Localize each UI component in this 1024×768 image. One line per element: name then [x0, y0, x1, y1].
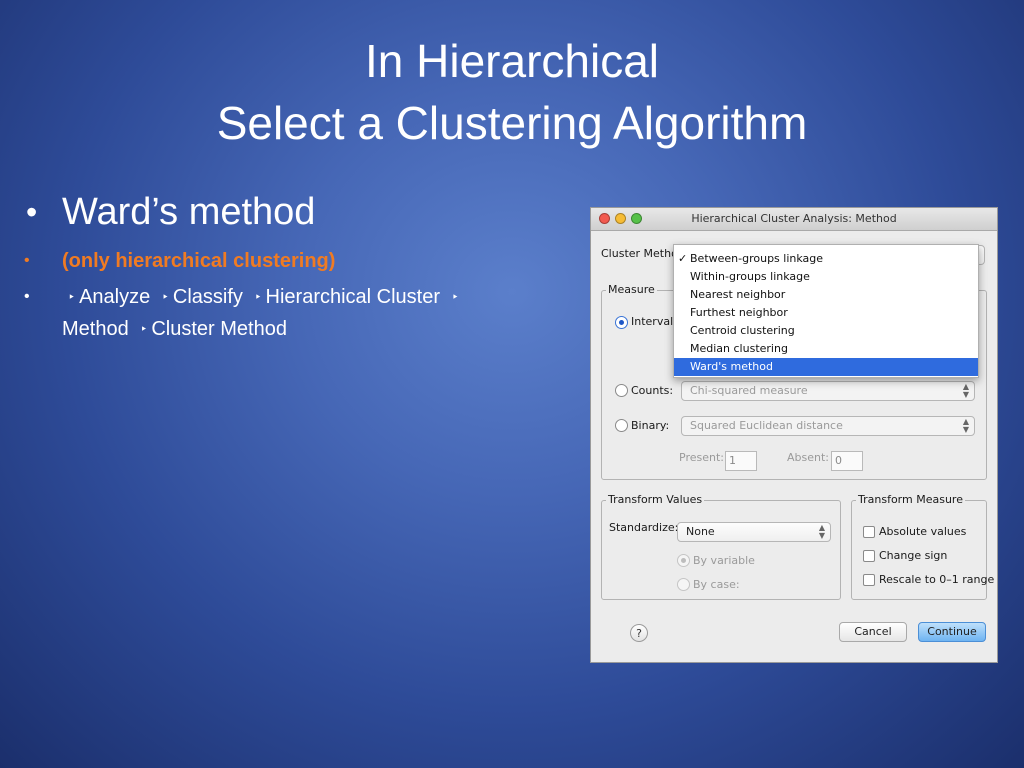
title-line-1: In Hierarchical [365, 35, 659, 87]
by-case-radio[interactable] [677, 578, 690, 591]
binary-measure-value: Squared Euclidean distance [690, 419, 843, 432]
nav-step: Analyze [79, 286, 151, 308]
by-case-label: By case: [693, 578, 740, 591]
counts-measure-select[interactable]: Chi-squared measure ▲ ▼ [681, 381, 975, 401]
bullet-list: • Ward’s method • (only hierarchical clu… [22, 186, 562, 346]
checkmark-icon: ✓ [678, 252, 688, 265]
standardize-select[interactable]: None ▲ ▼ [677, 522, 831, 542]
bullet-note: • (only hierarchical clustering) [22, 246, 562, 276]
absolute-values-checkbox[interactable] [863, 526, 875, 538]
rescale-label: Rescale to 0–1 range [879, 573, 995, 586]
menu-item-wards-method[interactable]: Ward's method [674, 358, 978, 376]
bullet-marker: • [26, 194, 38, 230]
interval-label: Interval: [631, 315, 677, 328]
present-input[interactable]: 1 [725, 451, 757, 471]
counts-label: Counts: [631, 384, 674, 397]
standardize-label: Standardize: [609, 521, 679, 534]
menu-item-nearest-neighbor[interactable]: Nearest neighbor [674, 286, 978, 304]
slide-title: In Hierarchical Select a Clustering Algo… [0, 30, 1024, 154]
triangle-icon: ‣ [451, 290, 459, 304]
menu-item-label: Between-groups linkage [690, 252, 824, 265]
transform-values-label: Transform Values [606, 493, 705, 506]
dialog-title: Hierarchical Cluster Analysis: Method [691, 212, 897, 225]
updown-arrows-icon: ▲ ▼ [962, 382, 969, 399]
menu-item-between-groups[interactable]: ✓ Between-groups linkage [674, 250, 978, 268]
updown-arrows-icon: ▲ ▼ [962, 417, 969, 434]
measure-group-label: Measure [606, 283, 657, 296]
change-sign-label: Change sign [879, 549, 948, 562]
rescale-checkbox[interactable] [863, 574, 875, 586]
absent-label: Absent: [787, 451, 829, 464]
bullet-nav-path: • ‣ Analyze ‣ Classify ‣ Hierarchical Clust… [22, 282, 562, 346]
nav-step: Hierarchical Cluster [265, 286, 441, 308]
triangle-icon: ‣ [254, 290, 262, 304]
cluster-method-dialog: Hierarchical Cluster Analysis: Method Cl… [590, 207, 998, 663]
title-line-2: Select a Clustering Algorithm [216, 97, 808, 149]
menu-item-within-groups[interactable]: Within-groups linkage [674, 268, 978, 286]
transform-measure-label: Transform Measure [856, 493, 965, 506]
triangle-icon: ‣ [140, 322, 148, 336]
nav-step: Method [62, 318, 129, 340]
cluster-method-menu: ✓ Between-groups linkage Within-groups l… [673, 244, 979, 378]
absolute-values-label: Absolute values [879, 525, 967, 538]
present-label: Present: [679, 451, 724, 464]
binary-radio[interactable] [615, 419, 628, 432]
binary-measure-select[interactable]: Squared Euclidean distance ▲ ▼ [681, 416, 975, 436]
updown-arrows-icon: ▲ ▼ [818, 523, 825, 540]
nav-step: Cluster Method [151, 318, 287, 340]
interval-radio[interactable] [615, 316, 628, 329]
bullet-main-text: Ward’s method [62, 191, 316, 233]
dialog-titlebar: Hierarchical Cluster Analysis: Method [591, 208, 997, 231]
triangle-icon: ‣ [161, 290, 169, 304]
bullet-marker: • [24, 252, 30, 269]
counts-radio[interactable] [615, 384, 628, 397]
cancel-button[interactable]: Cancel [839, 622, 907, 642]
binary-label: Binary: [631, 419, 670, 432]
bullet-note-text: (only hierarchical clustering) [62, 250, 336, 272]
nav-step: Classify [172, 286, 243, 308]
menu-item-centroid[interactable]: Centroid clustering [674, 322, 978, 340]
help-icon[interactable]: ? [630, 624, 648, 642]
counts-measure-value: Chi-squared measure [690, 384, 808, 397]
menu-item-furthest-neighbor[interactable]: Furthest neighbor [674, 304, 978, 322]
continue-button[interactable]: Continue [918, 622, 986, 642]
by-variable-label: By variable [693, 554, 755, 567]
triangle-icon: ‣ [68, 290, 76, 304]
by-variable-radio[interactable] [677, 554, 690, 567]
absent-input[interactable]: 0 [831, 451, 863, 471]
standardize-value: None [686, 525, 715, 538]
bullet-wards-method: • Ward’s method [22, 186, 562, 238]
change-sign-checkbox[interactable] [863, 550, 875, 562]
bullet-marker: • [24, 288, 30, 305]
menu-item-median[interactable]: Median clustering [674, 340, 978, 358]
